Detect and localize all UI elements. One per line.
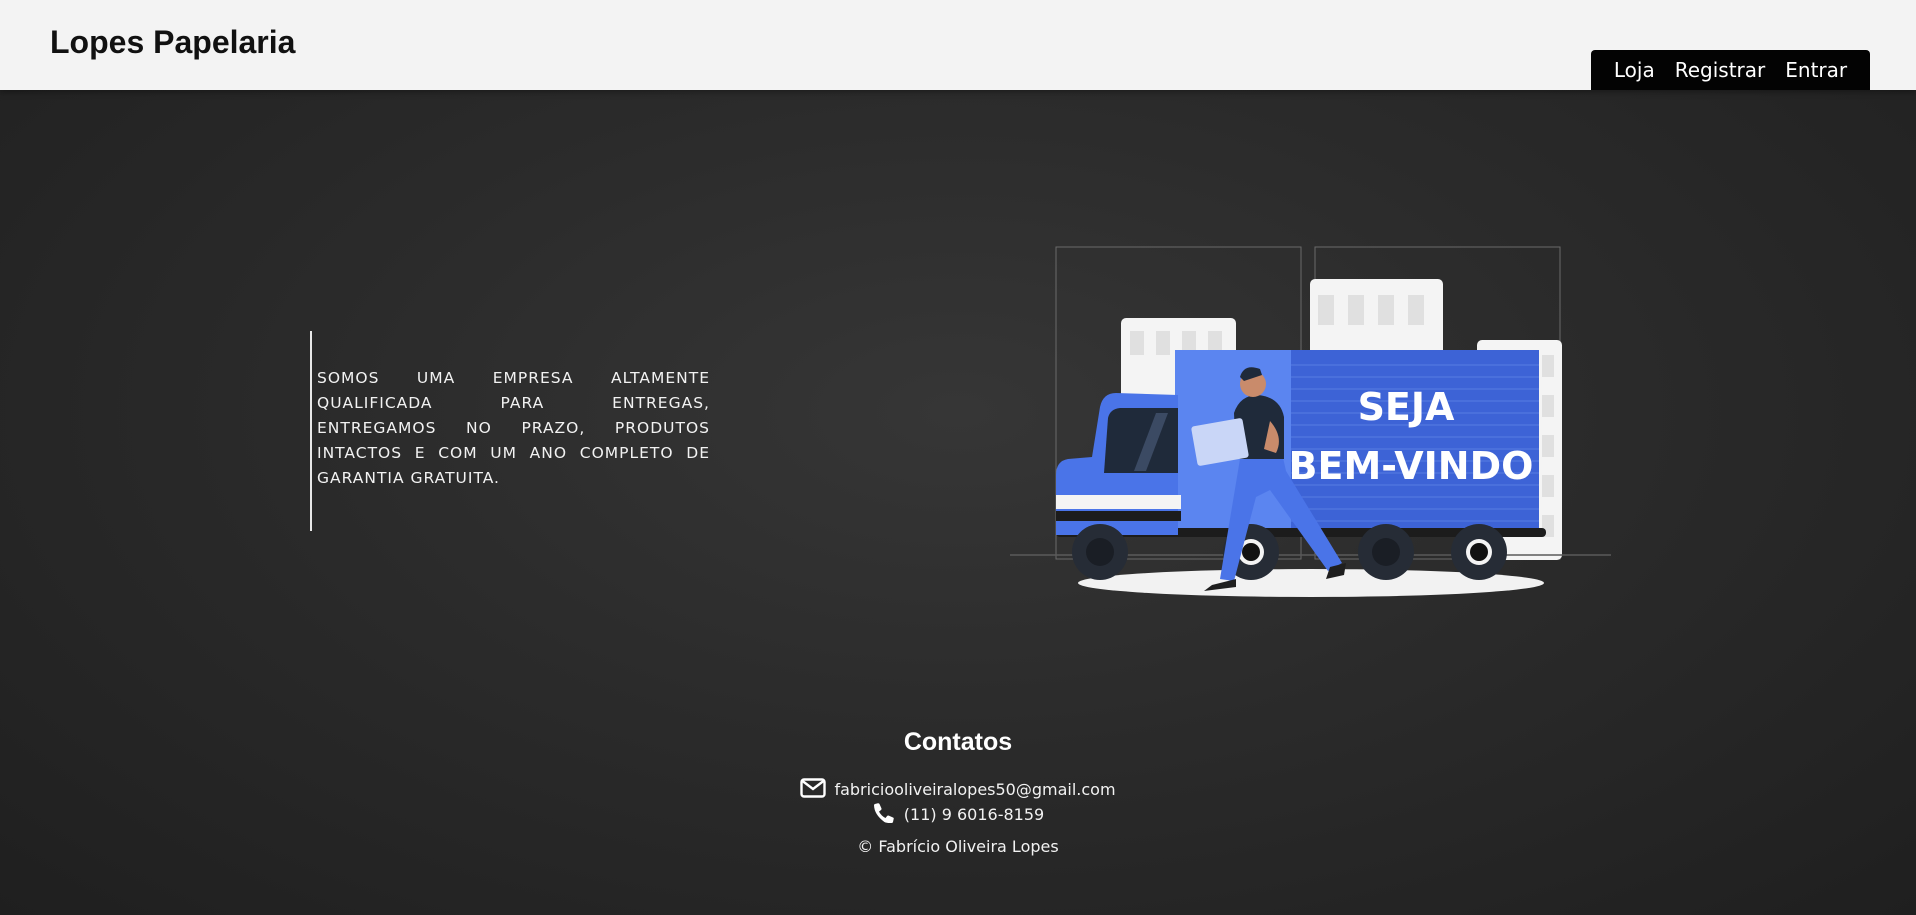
about-text: SOMOS UMA EMPRESA ALTAMENTE QUALIFICADA … xyxy=(317,368,710,487)
envelope-icon xyxy=(800,777,827,802)
contact-phone-row: (11) 9 6016-8159 xyxy=(0,802,1916,827)
cargo-box-right xyxy=(1291,350,1539,535)
nav-link-registrar[interactable]: Registrar xyxy=(1675,58,1766,82)
contacts-title: Contatos xyxy=(903,728,1013,756)
main-nav: Loja Registrar Entrar xyxy=(1591,50,1870,90)
truck-text-line2: BEM-VINDO xyxy=(1289,444,1534,488)
brand-logo-text[interactable]: Lopes Papelaria xyxy=(50,24,295,61)
copyright-text: © Fabrício Oliveira Lopes xyxy=(857,837,1059,856)
about-section: SOMOS UMA EMPRESA ALTAMENTE QUALIFICADA … xyxy=(310,331,710,531)
nav-link-loja[interactable]: Loja xyxy=(1614,58,1655,82)
site-footer: Contatos fabriciooliveiralopes50@gmail.c… xyxy=(0,728,1916,856)
truck-illustration-svg: SEJA BEM-VINDO xyxy=(1010,246,1611,597)
truck-bumper xyxy=(1056,495,1181,509)
site-header: Lopes Papelaria Loja Registrar Entrar xyxy=(0,0,1916,90)
truck-text-line1: SEJA xyxy=(1358,385,1455,429)
contact-email[interactable]: fabriciooliveiralopes50@gmail.com xyxy=(834,780,1115,799)
nav-link-entrar[interactable]: Entrar xyxy=(1785,58,1847,82)
delivery-truck-illustration: SEJA BEM-VINDO xyxy=(1008,245,1613,600)
truck-grill xyxy=(1056,511,1181,521)
phone-icon xyxy=(872,801,896,829)
contact-phone[interactable]: (11) 9 6016-8159 xyxy=(904,805,1044,824)
contact-email-row: fabriciooliveiralopes50@gmail.com xyxy=(0,777,1916,802)
